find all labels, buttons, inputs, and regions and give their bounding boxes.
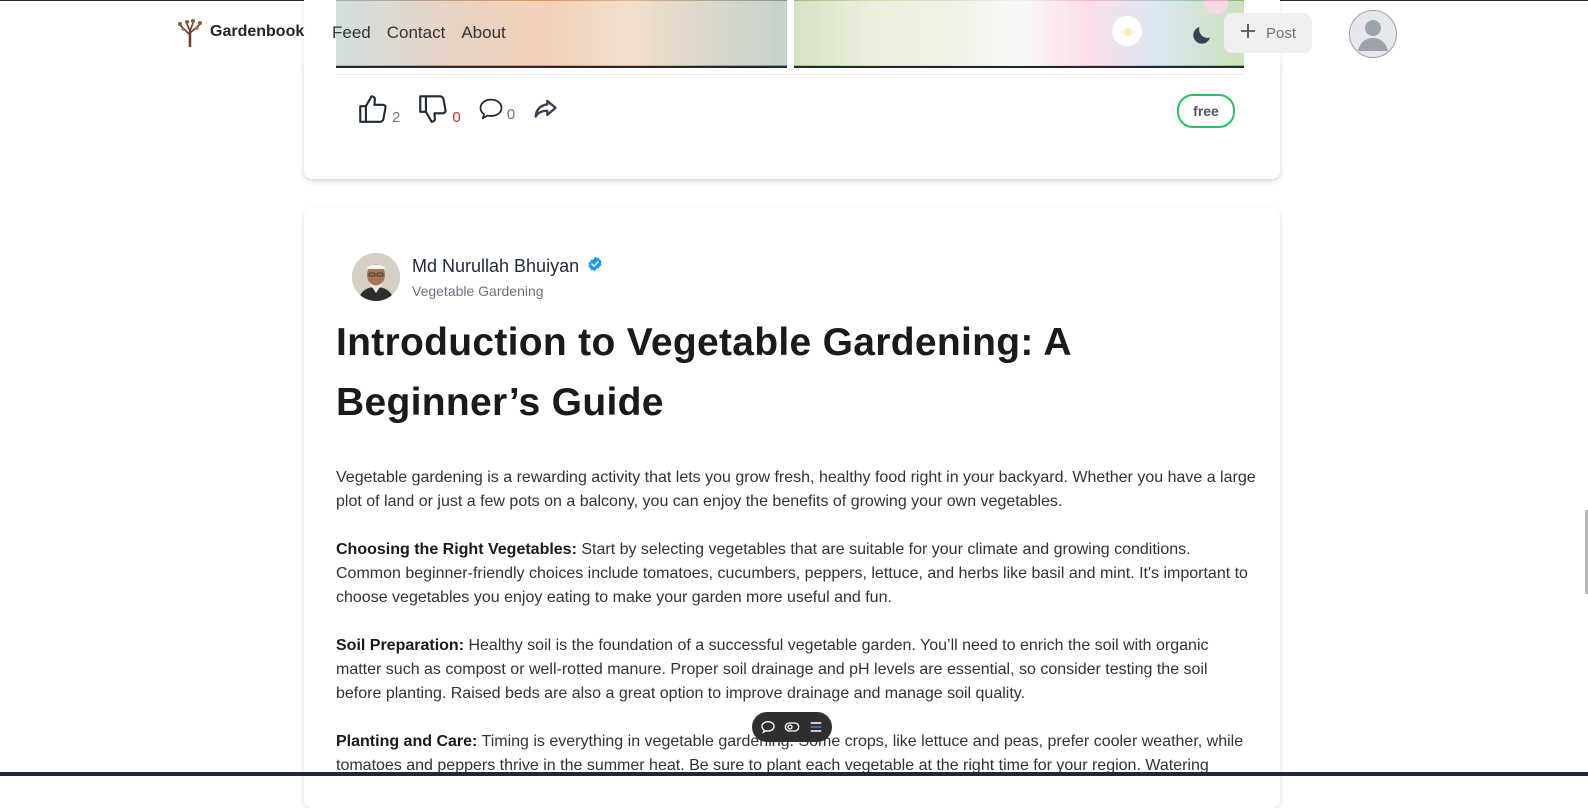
dislike-button[interactable]: 0 (416, 92, 461, 126)
author-avatar[interactable] (352, 253, 400, 301)
author-name: Md Nurullah Bhuiyan (412, 256, 580, 276)
post-category: Vegetable Gardening (412, 283, 544, 299)
dislike-count: 0 (452, 109, 461, 126)
navbar: Gardenbook Feed Contact About Post (0, 1, 1588, 65)
author-block: Md Nurullah Bhuiyan Vegetable Gardening (352, 253, 603, 301)
share-icon (531, 95, 559, 123)
floating-toolbar (752, 712, 832, 742)
section-heading: Choosing the Right Vegetables: (336, 541, 577, 558)
article-intro: Vegetable gardening is a rewarding activ… (336, 469, 1256, 510)
tree-logo-icon (176, 17, 204, 47)
user-avatar-icon[interactable] (1349, 10, 1397, 58)
article-body: Vegetable gardening is a rewarding activ… (336, 466, 1256, 802)
thumbs-down-icon (416, 92, 450, 126)
comment-icon (477, 95, 505, 123)
verified-badge-icon (587, 256, 603, 277)
article-section: Choosing the Right Vegetables: Start by … (336, 538, 1256, 610)
author-name-link[interactable]: Md Nurullah Bhuiyan (412, 256, 603, 277)
comment-count: 0 (506, 106, 516, 123)
price-badge: free (1177, 94, 1235, 128)
nav-link-contact[interactable]: Contact (387, 23, 446, 43)
list-icon[interactable] (808, 719, 824, 735)
post-actions: 2 0 0 (356, 92, 575, 126)
moon-icon (1190, 27, 1214, 51)
plus-icon (1240, 23, 1256, 43)
nav-link-about[interactable]: About (461, 23, 505, 43)
comment-icon[interactable] (760, 719, 776, 735)
section-heading: Soil Preparation: (336, 637, 465, 654)
nav-links: Feed Contact About (332, 23, 506, 43)
bottom-bar (0, 772, 1588, 776)
divider (336, 74, 1244, 75)
like-count: 2 (392, 109, 401, 126)
toggle-icon[interactable] (784, 719, 800, 735)
theme-toggle-button[interactable] (1190, 23, 1214, 47)
like-button[interactable]: 2 (356, 92, 400, 126)
article-title: Introduction to Vegetable Gardening: A B… (336, 321, 1071, 424)
comment-button[interactable]: 0 (477, 95, 515, 123)
post-button[interactable]: Post (1224, 13, 1312, 53)
section-text: Healthy soil is the foundation of a succ… (336, 637, 1209, 702)
article-section: Soil Preparation: Healthy soil is the fo… (336, 634, 1256, 706)
section-heading: Planting and Care: (336, 733, 478, 750)
nav-link-feed[interactable]: Feed (332, 23, 371, 43)
post-button-label: Post (1265, 24, 1296, 42)
share-button[interactable] (531, 95, 559, 123)
brand[interactable]: Gardenbook (176, 17, 304, 47)
brand-name: Gardenbook (210, 23, 305, 40)
thumbs-up-icon (356, 92, 390, 126)
